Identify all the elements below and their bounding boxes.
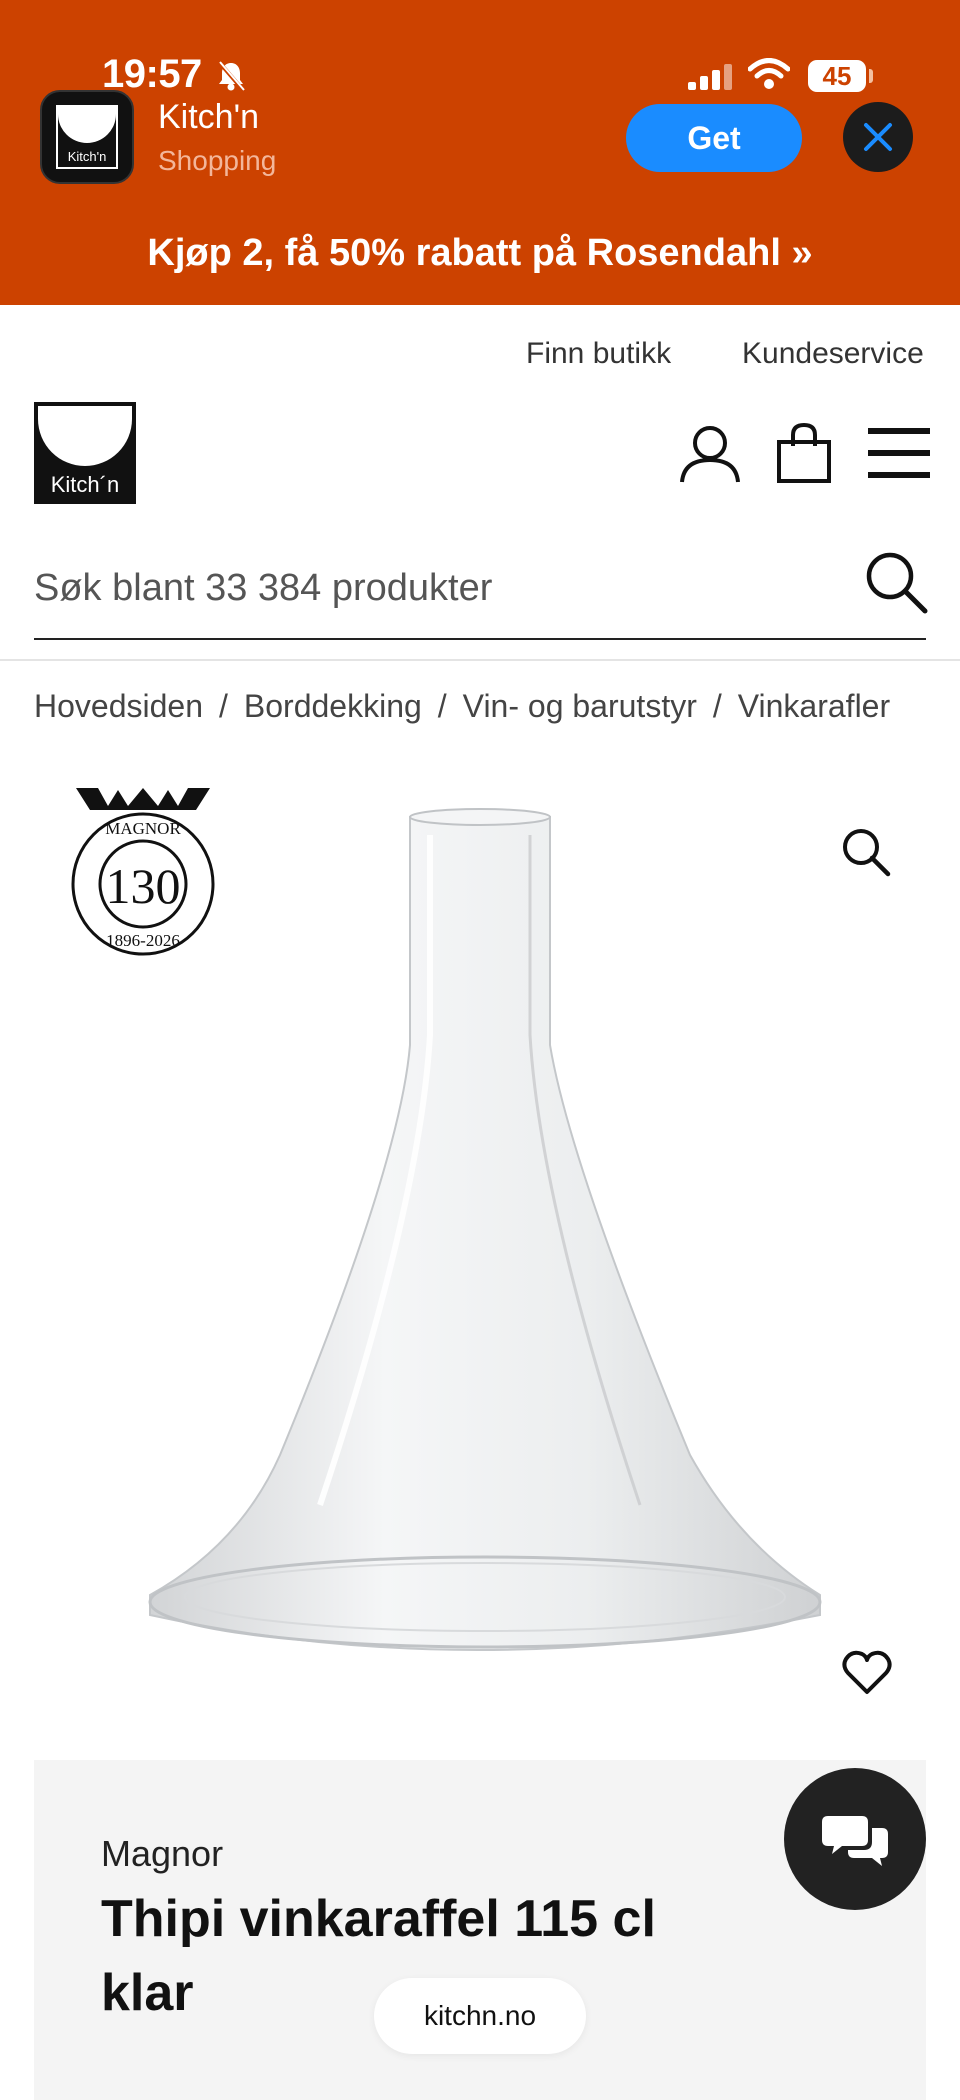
search-input[interactable] <box>34 558 834 618</box>
logo-text: Kitch´n <box>50 472 120 497</box>
close-icon <box>864 123 892 151</box>
close-banner-button[interactable] <box>843 102 913 172</box>
chat-bubbles-icon <box>822 1816 888 1866</box>
breadcrumb-item[interactable]: Borddekking <box>244 688 422 724</box>
wifi-icon <box>748 58 790 89</box>
favorite-heart-icon[interactable] <box>842 1650 892 1696</box>
search-icon[interactable] <box>862 548 932 618</box>
battery-indicator: 45 <box>808 60 866 92</box>
logo-bowl <box>38 406 132 466</box>
app-icon[interactable]: Kitch'n <box>40 90 134 184</box>
app-icon-bowl <box>58 107 116 143</box>
app-icon-logo: Kitch'n <box>56 105 118 169</box>
breadcrumb-item[interactable]: Hovedsiden <box>34 688 203 724</box>
browser-url-bar[interactable]: kitchn.no <box>374 1978 586 2054</box>
user-icon[interactable] <box>678 424 742 484</box>
breadcrumb-separator: / <box>219 688 228 724</box>
header-divider <box>0 659 960 661</box>
breadcrumb: Hovedsiden / Borddekking / Vin- og barutstyr… <box>34 688 890 725</box>
promo-link[interactable]: Kjøp 2, få 50% rabatt på Rosendahl » <box>0 232 960 275</box>
search-bar <box>34 548 928 640</box>
breadcrumb-separator: / <box>437 688 447 724</box>
site-logo[interactable]: Kitch´n <box>34 402 136 504</box>
breadcrumb-item[interactable]: Vinkarafler <box>738 688 890 724</box>
shopping-bag-icon[interactable] <box>776 422 832 484</box>
product-brand[interactable]: Magnor <box>101 1833 223 1875</box>
breadcrumb-separator: / <box>712 688 722 724</box>
menu-icon[interactable] <box>868 428 930 480</box>
battery-tip <box>869 69 873 83</box>
chat-button[interactable] <box>784 1768 926 1910</box>
get-app-button[interactable]: Get <box>626 104 802 172</box>
app-icon-text: Kitch'n <box>67 149 107 164</box>
silent-bell-icon <box>217 60 245 92</box>
app-name: Kitch'n <box>158 98 259 136</box>
customer-service-link[interactable]: Kundeservice <box>742 337 924 371</box>
app-category: Shopping <box>158 145 277 176</box>
breadcrumb-item[interactable]: Vin- og barutstyr <box>463 688 697 724</box>
find-store-link[interactable]: Finn butikk <box>526 337 671 371</box>
zoom-icon[interactable] <box>840 826 892 878</box>
product-image[interactable] <box>130 805 830 1685</box>
signal-icon <box>688 64 732 90</box>
